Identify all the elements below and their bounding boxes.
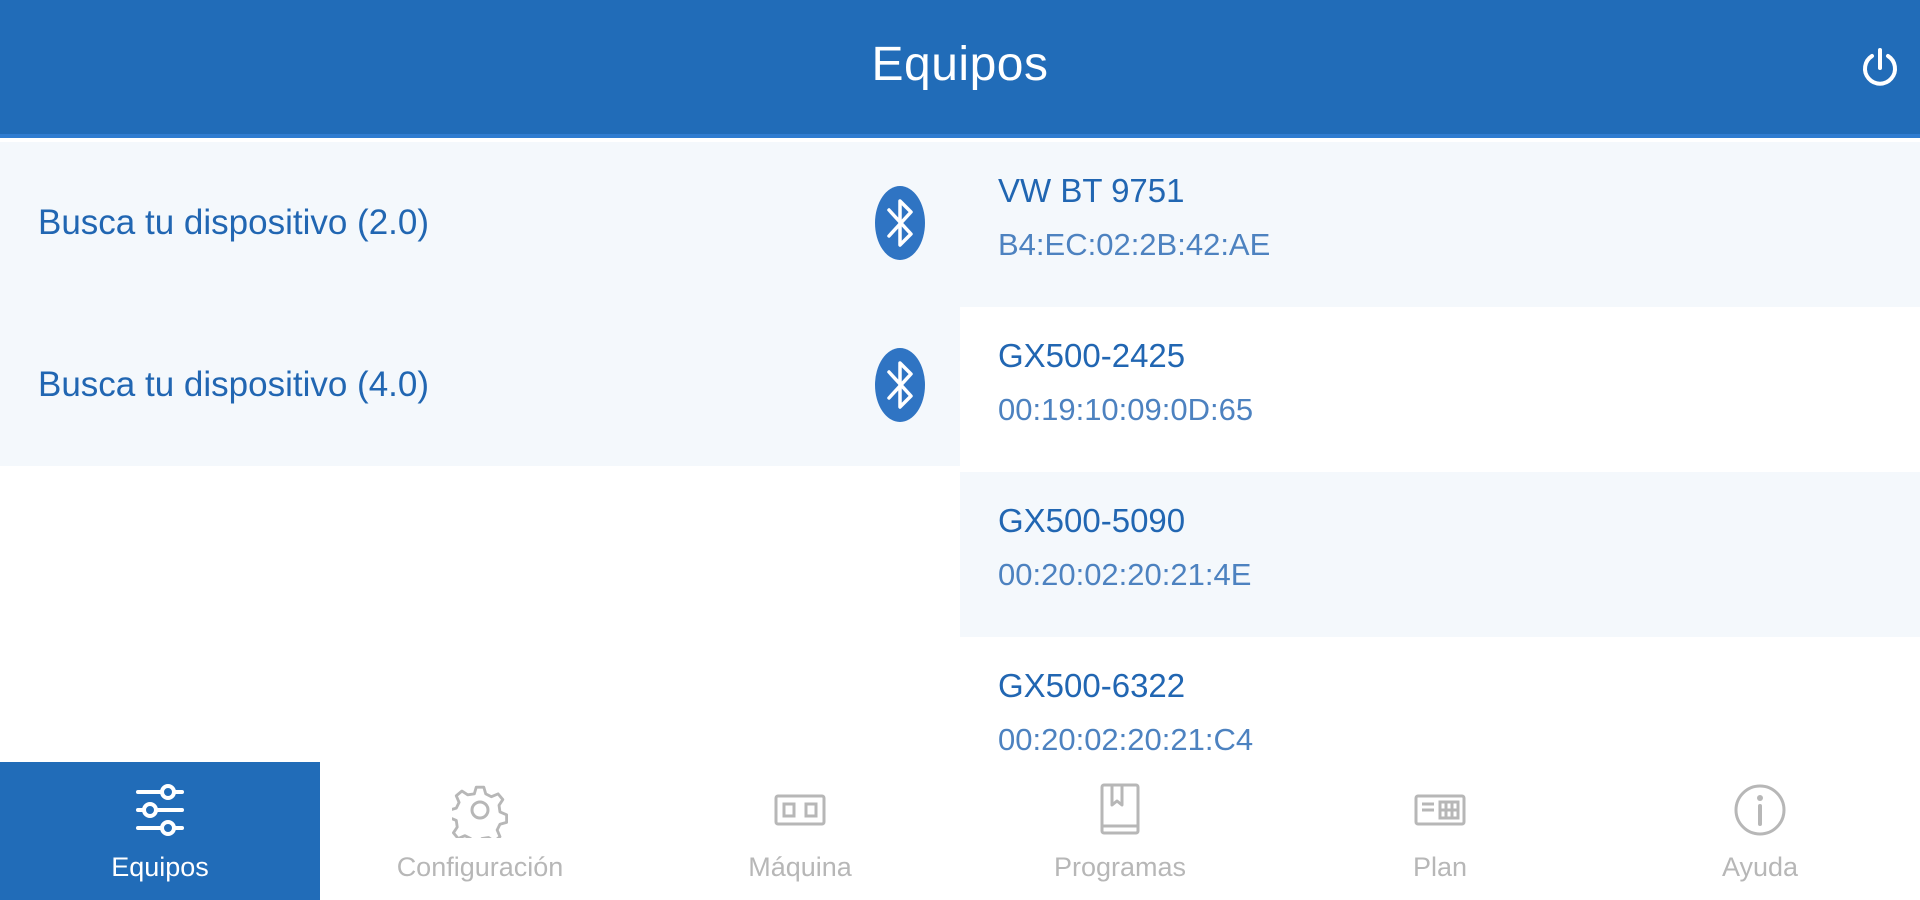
- device-name: GX500-2425: [998, 337, 1186, 374]
- device-mac: B4:EC:02:2B:42:AE: [998, 227, 1271, 262]
- bottom-tab-bar: Equipos Configuración Máquina Programas …: [0, 762, 1920, 900]
- gear-icon: [452, 785, 508, 838]
- tab-ayuda[interactable]: Ayuda: [1600, 762, 1920, 900]
- power-icon: [1863, 48, 1897, 86]
- tab-configuracion[interactable]: Configuración: [320, 762, 640, 900]
- machine-icon: [774, 794, 826, 826]
- scan-bt20-label: Busca tu dispositivo (2.0): [38, 203, 430, 242]
- device-item[interactable]: GX500-5090 00:20:02:20:21:4E: [960, 472, 1920, 637]
- device-name: GX500-5090: [998, 502, 1186, 539]
- device-name: VW BT 9751: [998, 172, 1185, 209]
- info-icon: [1734, 784, 1786, 836]
- power-button[interactable]: [1858, 46, 1902, 90]
- tab-label: Equipos: [111, 852, 209, 882]
- sliders-icon: [136, 784, 184, 836]
- device-item[interactable]: GX500-2425 00:19:10:09:0D:65: [960, 307, 1920, 472]
- tab-maquina[interactable]: Máquina: [640, 762, 960, 900]
- device-item[interactable]: GX500-6322 00:20:02:20:21:C4: [960, 637, 1920, 762]
- tab-label: Configuración: [396, 852, 564, 882]
- device-mac: 00:20:02:20:21:4E: [998, 557, 1252, 592]
- book-icon: [1100, 783, 1140, 835]
- device-mac: 00:19:10:09:0D:65: [998, 392, 1254, 427]
- scan-panel: Busca tu dispositivo (2.0) Busca tu disp…: [0, 142, 960, 762]
- bluetooth-icon: [875, 348, 925, 422]
- plan-icon: [1414, 794, 1466, 826]
- scan-bt40-label: Busca tu dispositivo (4.0): [38, 365, 430, 404]
- tab-equipos[interactable]: Equipos: [0, 762, 320, 900]
- device-item[interactable]: VW BT 9751 B4:EC:02:2B:42:AE: [960, 142, 1920, 307]
- tab-label: Ayuda: [1721, 852, 1799, 882]
- scan-bt20-row[interactable]: Busca tu dispositivo (2.0): [0, 142, 960, 304]
- device-list: VW BT 9751 B4:EC:02:2B:42:AE GX500-2425 …: [960, 142, 1920, 762]
- device-name: GX500-6322: [998, 667, 1186, 704]
- device-mac: 00:20:02:20:21:C4: [998, 722, 1254, 757]
- tab-label: Programas: [1053, 852, 1187, 882]
- scan-bt40-row[interactable]: Busca tu dispositivo (4.0): [0, 304, 960, 466]
- tab-label: Máquina: [748, 852, 852, 882]
- tab-plan[interactable]: Plan: [1280, 762, 1600, 900]
- app-header: Equipos: [0, 0, 1920, 138]
- tab-programas[interactable]: Programas: [960, 762, 1280, 900]
- tab-label: Plan: [1412, 852, 1468, 882]
- bluetooth-icon: [875, 186, 925, 260]
- page-title: Equipos: [871, 37, 1049, 91]
